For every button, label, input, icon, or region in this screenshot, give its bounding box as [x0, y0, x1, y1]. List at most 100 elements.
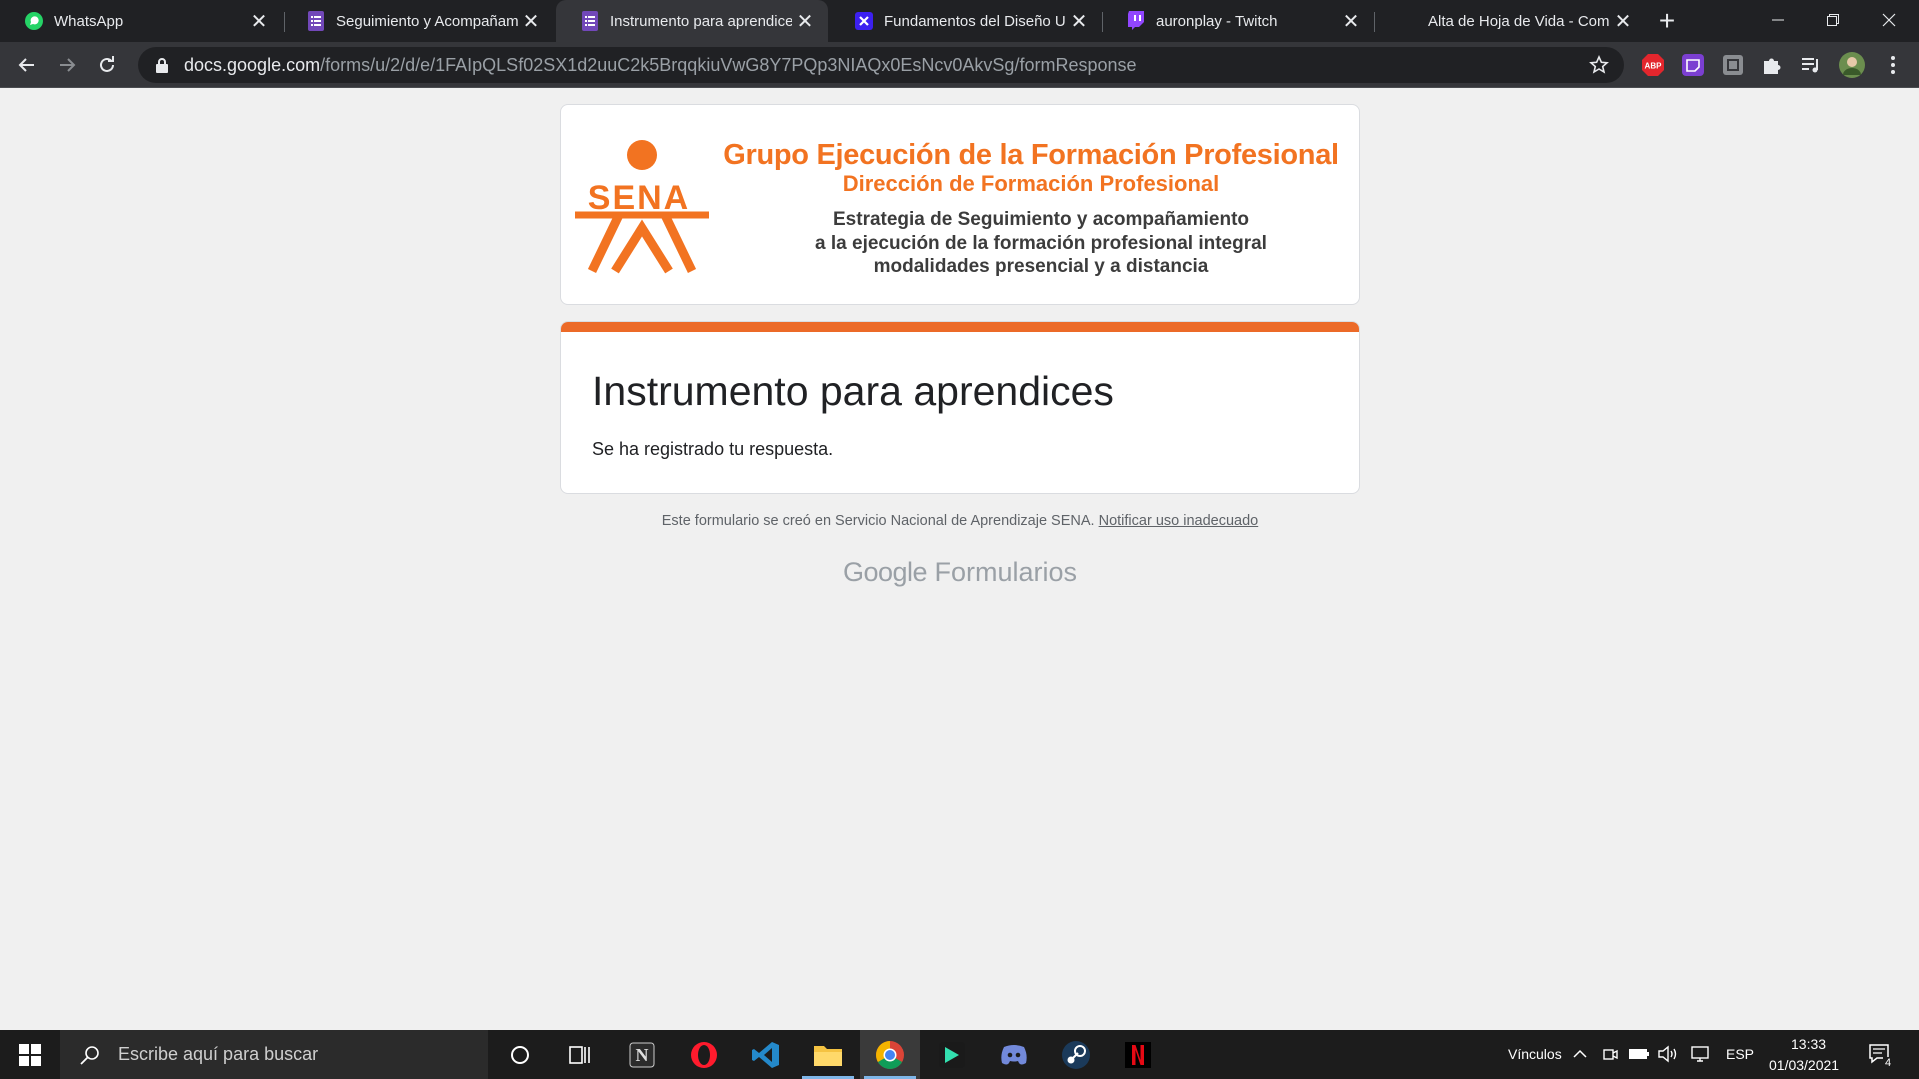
form-confirmation-card: Instrumento para aprendices Se ha regist… [560, 321, 1360, 494]
volume-icon[interactable] [1656, 1042, 1680, 1066]
form-accent-bar [561, 322, 1359, 332]
netflix-icon [1125, 1041, 1151, 1068]
file-explorer-app[interactable] [798, 1030, 858, 1079]
opera-icon [691, 1041, 717, 1068]
forms-wordmark: Formularios [934, 557, 1078, 587]
task-view-button[interactable] [550, 1030, 610, 1079]
whatsapp-icon [24, 11, 44, 31]
show-hidden-icons-chevron-icon[interactable] [1568, 1042, 1592, 1066]
restore-button[interactable] [1806, 0, 1860, 40]
form-title: Instrumento para aprendices [592, 368, 1114, 414]
page-content: SENA Grupo Ejecución de la Formación Pro… [0, 89, 1919, 1030]
tab-title: Seguimiento y Acompañamiento [336, 12, 518, 30]
screenshot-extension-icon[interactable] [1720, 52, 1746, 78]
sena-logo: SENA [575, 140, 709, 274]
extensions-puzzle-icon[interactable] [1759, 52, 1785, 78]
banner-text-line: modalidades presencial y a distancia [873, 256, 1209, 277]
steam-app[interactable] [1046, 1030, 1106, 1079]
minimize-button[interactable] [1751, 0, 1805, 40]
url-path: /forms/u/2/d/e/1FAIpQLSf02SX1d2uuC2k5Brq… [320, 54, 1137, 75]
start-button[interactable] [0, 1030, 60, 1079]
filmora-icon [939, 1041, 965, 1068]
forward-button[interactable] [52, 50, 82, 80]
adblock-extension-icon[interactable]: ABP [1640, 52, 1666, 78]
platzi-icon [854, 11, 874, 31]
folder-icon [814, 1045, 842, 1066]
tab-strip: WhatsApp ✕ Seguimiento y Acompañamiento … [0, 0, 1919, 42]
close-icon[interactable]: ✕ [1610, 8, 1636, 34]
vscode-app[interactable] [736, 1030, 796, 1079]
twitch-icon [1126, 11, 1146, 31]
tab-title: Instrumento para aprendices [610, 12, 792, 30]
notion-app[interactable]: N [612, 1030, 672, 1079]
url-text[interactable]: docs.google.com/forms/u/2/d/e/1FAIpQLSf0… [184, 55, 1584, 76]
task-view-icon [569, 1045, 590, 1064]
footer-text: Este formulario se creó en Servicio Naci… [661, 513, 1095, 529]
steam-icon [1062, 1040, 1090, 1069]
reload-icon [100, 56, 114, 72]
twitch-extension-icon[interactable] [1680, 52, 1706, 78]
close-icon[interactable]: ✕ [518, 8, 544, 34]
svg-text:ABP: ABP [1645, 62, 1663, 71]
banner-subheading: Dirección de Formación Profesional [842, 171, 1220, 196]
banner-heading: Grupo Ejecución de la Formación Profesio… [723, 139, 1339, 171]
svg-text:N: N [636, 1045, 649, 1065]
google-forms-brand[interactable]: Google Formularios [560, 557, 1360, 588]
tab-computrabajo[interactable]: Alta de Hoja de Vida - Computrabajo ✕ [1374, 0, 1646, 42]
more-options-icon[interactable] [1880, 52, 1906, 78]
search-icon [78, 1043, 102, 1067]
close-window-button[interactable] [1862, 0, 1916, 40]
tab-title: auronplay - Twitch [1156, 12, 1278, 30]
links-toolbar-label[interactable]: Vínculos [1508, 1046, 1562, 1062]
svg-text:SENA: SENA [588, 179, 690, 217]
blank-icon [1398, 11, 1418, 31]
reload-button[interactable] [92, 50, 122, 80]
banner-text-line: a la ejecución de la formación profesion… [815, 233, 1267, 254]
tab-whatsapp[interactable]: WhatsApp ✕ [0, 0, 282, 42]
browser-toolbar: docs.google.com/forms/u/2/d/e/1FAIpQLSf0… [0, 42, 1919, 88]
windows-taskbar: Escribe aquí para buscar N Vínculos ESP … [0, 1030, 1919, 1079]
windows-icon [19, 1043, 41, 1066]
language-indicator[interactable]: ESP [1726, 1046, 1754, 1062]
back-button[interactable] [12, 50, 42, 80]
opera-app[interactable] [674, 1030, 734, 1079]
battery-icon[interactable] [1627, 1042, 1651, 1066]
close-icon[interactable]: ✕ [1066, 8, 1092, 34]
chrome-app[interactable] [860, 1030, 920, 1079]
discord-icon [1001, 1044, 1027, 1064]
netflix-app[interactable] [1108, 1030, 1168, 1079]
filmora-app[interactable] [922, 1030, 982, 1079]
clock-time[interactable]: 13:33 [1791, 1036, 1826, 1052]
lock-icon[interactable] [154, 55, 170, 75]
notion-icon: N [629, 1042, 655, 1067]
clock-date[interactable]: 01/03/2021 [1769, 1057, 1839, 1073]
google-forms-icon [580, 11, 600, 31]
address-bar[interactable]: docs.google.com/forms/u/2/d/e/1FAIpQLSf0… [138, 47, 1624, 83]
footer-note: Este formulario se creó en Servicio Naci… [560, 513, 1360, 529]
bookmark-star-icon[interactable] [1584, 50, 1614, 80]
taskbar-search[interactable]: Escribe aquí para buscar [60, 1030, 488, 1079]
media-control-icon[interactable] [1798, 52, 1824, 78]
tab-title: Fundamentos del Diseño UX [884, 12, 1066, 30]
tab-fundamentos-ux[interactable]: Fundamentos del Diseño UX ✕ [830, 0, 1102, 42]
network-icon[interactable] [1688, 1042, 1712, 1066]
back-arrow-icon [18, 58, 34, 72]
forward-arrow-icon [60, 58, 76, 72]
tab-instrumento[interactable]: Instrumento para aprendices ✕ [556, 0, 828, 42]
tab-title: Alta de Hoja de Vida - Computrabajo [1428, 12, 1610, 30]
close-icon[interactable]: ✕ [246, 8, 272, 34]
url-host: docs.google.com [184, 54, 321, 75]
report-abuse-link[interactable]: Notificar uso inadecuado [1099, 513, 1259, 529]
close-icon[interactable]: ✕ [1338, 8, 1364, 34]
meet-now-icon[interactable] [1598, 1042, 1622, 1066]
new-tab-button[interactable]: + [1652, 5, 1682, 36]
search-placeholder: Escribe aquí para buscar [118, 1044, 319, 1064]
discord-app[interactable] [984, 1030, 1044, 1079]
close-icon[interactable]: ✕ [792, 8, 818, 34]
chrome-icon [876, 1040, 904, 1069]
tab-twitch[interactable]: auronplay - Twitch ✕ [1102, 0, 1374, 42]
tab-seguimiento[interactable]: Seguimiento y Acompañamiento ✕ [282, 0, 554, 42]
cortana-button[interactable] [490, 1030, 550, 1079]
profile-avatar[interactable] [1839, 52, 1865, 78]
google-forms-icon [306, 11, 326, 31]
